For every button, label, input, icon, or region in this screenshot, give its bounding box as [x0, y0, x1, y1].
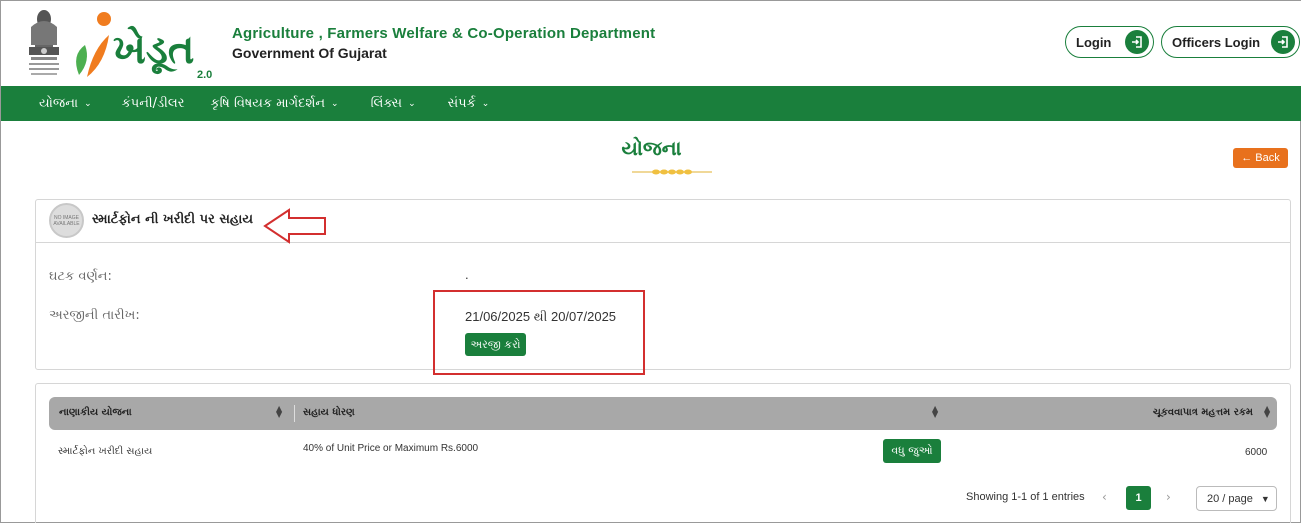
table-cell-amount: 6000	[1245, 447, 1268, 458]
svg-text:2.0: 2.0	[197, 69, 212, 81]
officers-login-icon	[1271, 30, 1295, 54]
officers-login-button[interactable]: Officers Login	[1161, 26, 1300, 58]
page-size-select[interactable]: 20 / page ▼	[1196, 486, 1277, 511]
no-image-icon: NO IMAGE AVAILABLE	[49, 203, 84, 238]
government-name: Government Of Gujarat	[232, 45, 387, 61]
annotation-arrow-icon	[263, 208, 326, 244]
scheme-card-header: NO IMAGE AVAILABLE સ્માર્ટફોન ની ખરીદી પ…	[36, 200, 1290, 243]
svg-text:ખેડૂત: ખેડૂત	[113, 26, 194, 75]
arrow-left-icon: ←	[1241, 152, 1253, 164]
login-button[interactable]: Login	[1065, 26, 1154, 58]
component-label: ઘટક વર્ણન:	[49, 269, 112, 284]
scheme-name: સ્માર્ટફોન ની ખરીદી પર સહાય	[92, 212, 253, 227]
table-cell-scheme: સ્માર્ટફોન ખરીદી સહાય	[58, 446, 153, 457]
login-icon	[1125, 30, 1149, 54]
component-value: .	[465, 267, 469, 282]
nav-item-agri-guidance[interactable]: કૃષિ વિષયક માર્ગદર્શન ⌄	[210, 96, 338, 111]
next-page-icon[interactable]: ›	[1166, 490, 1171, 504]
chevron-down-icon: ▼	[1260, 493, 1270, 504]
sort-icon[interactable]: ▲ ▼	[932, 405, 938, 419]
column-header-scheme[interactable]: નાણાકીય યોજના	[59, 407, 132, 418]
column-header-amount[interactable]: ચૂકવવાપાત્ર મહત્તમ રકમ	[1153, 407, 1253, 418]
site-header: ખેડૂત 2.0 Agriculture , Farmers Welfare …	[1, 1, 1301, 86]
prev-page-icon[interactable]: ‹	[1102, 490, 1107, 504]
page-title: યોજના	[621, 136, 682, 160]
khedut-logo: ખેડૂત 2.0	[76, 12, 212, 81]
sort-icon[interactable]: ▲ ▼	[1264, 405, 1270, 419]
state-emblem-icon	[29, 10, 59, 75]
login-label: Login	[1076, 34, 1112, 50]
wheat-divider-icon	[632, 169, 712, 175]
table-header: નાણાકીય યોજના ▲ ▼ સહાય ધોરણ ▲ ▼ ચૂકવવાપાત્…	[49, 397, 1277, 430]
view-more-button[interactable]: વધુ જુઓ	[883, 439, 941, 463]
nav-item-contact[interactable]: સંપર્ક ⌄	[448, 96, 490, 111]
page-1-button[interactable]: 1	[1126, 486, 1151, 510]
chevron-down-icon: ⌄	[331, 98, 339, 109]
scheme-details-card: NO IMAGE AVAILABLE સ્માર્ટફોન ની ખરીદી પ…	[35, 199, 1291, 370]
back-button[interactable]: ← Back	[1233, 148, 1288, 168]
annotation-highlight-box	[433, 290, 645, 375]
chevron-down-icon: ⌄	[481, 98, 490, 109]
column-divider	[294, 405, 295, 422]
nav-item-yojana[interactable]: યોજના ⌄	[39, 96, 92, 111]
table-cell-norm: 40% of Unit Price or Maximum Rs.6000	[303, 443, 479, 454]
officers-login-label: Officers Login	[1172, 34, 1261, 50]
pagination-summary: Showing 1-1 of 1 entries	[966, 491, 1085, 503]
date-label: અરજીની તારીખ:	[49, 308, 140, 323]
column-header-norm[interactable]: સહાય ધોરણ	[303, 407, 355, 418]
main-nav: યોજના ⌄ કંપની/ડીલર કૃષિ વિષયક માર્ગદર્શન…	[1, 86, 1301, 121]
chevron-down-icon: ⌄	[84, 98, 92, 109]
sort-icon[interactable]: ▲ ▼	[276, 405, 282, 419]
chevron-down-icon: ⌄	[408, 98, 416, 109]
nav-item-links[interactable]: લિંક્સ ⌄	[371, 96, 416, 111]
department-name: Agriculture , Farmers Welfare & Co-Opera…	[232, 25, 656, 42]
nav-item-company-dealer[interactable]: કંપની/ડીલર	[122, 96, 185, 111]
